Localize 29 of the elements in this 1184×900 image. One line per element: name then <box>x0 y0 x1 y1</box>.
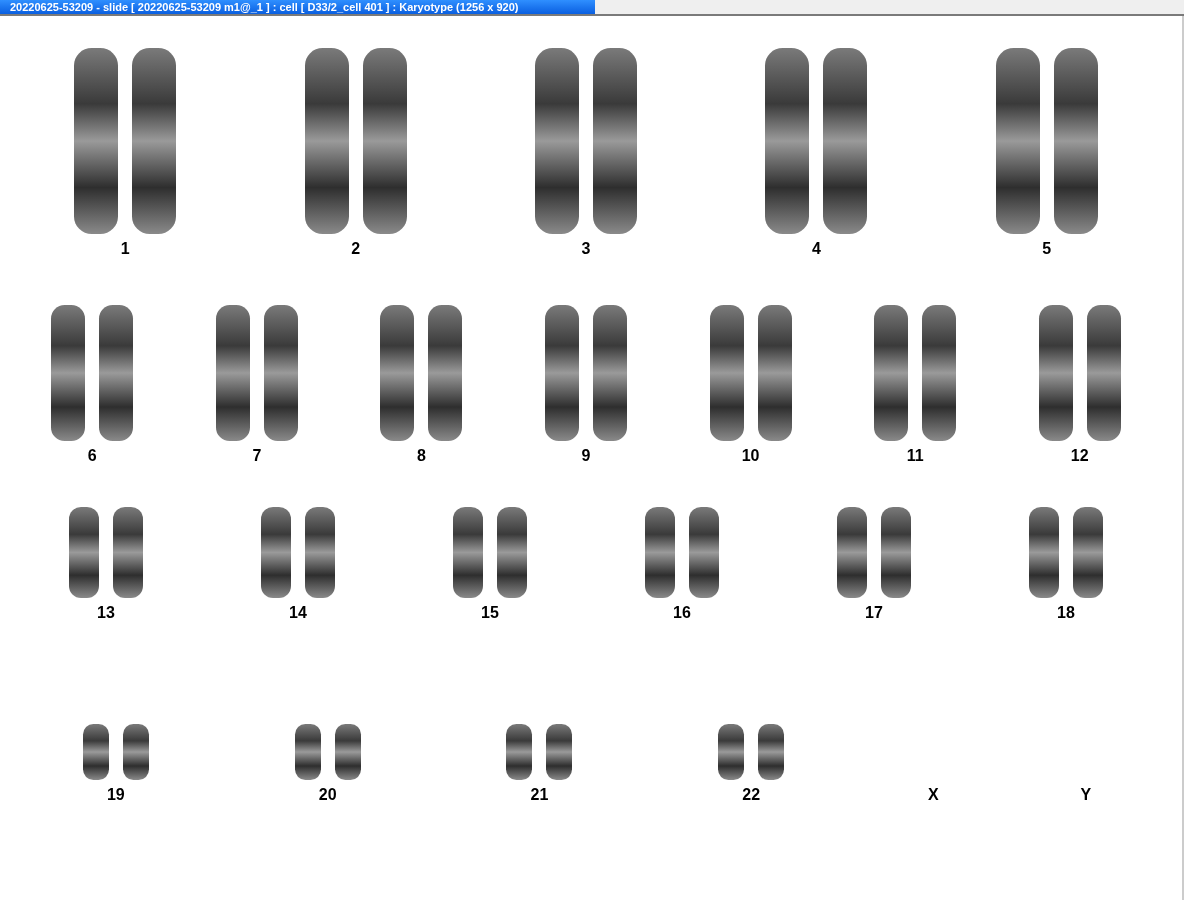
chromosome-pair-drawing <box>716 722 787 782</box>
chromosome-number: 17 <box>865 604 883 622</box>
chromosome-number: 19 <box>106 786 125 804</box>
chromosome-number: X <box>927 786 939 804</box>
chromosome-number: 3 <box>581 240 591 258</box>
chromosome-number: 21 <box>530 786 549 804</box>
window-title: 20220625-53209 - slide [ 20220625-53209 m1@_1 ] : cell [ D33/2_cell 401 ] : Karyotype (1256 x 920) <box>0 0 595 14</box>
chromosome-pair-drawing <box>504 722 575 782</box>
chromosome-pair-drawing <box>292 722 363 782</box>
chromosome-number: 4 <box>811 240 821 258</box>
chromosome-number: 2 <box>351 240 361 258</box>
chromosome-pair-drawing <box>80 722 151 782</box>
chromosome-number: 8 <box>416 447 426 465</box>
chromosome-number: 18 <box>1057 604 1075 622</box>
chromosome-number: 11 <box>906 447 924 465</box>
chromosome-number: 7 <box>252 447 262 465</box>
chromosome-number: 15 <box>481 604 499 622</box>
chromosome-number: 12 <box>1070 447 1089 465</box>
chromosome-number: 22 <box>742 786 761 804</box>
chromosome-number: 16 <box>673 604 691 622</box>
chromosome-number: 5 <box>1042 240 1052 258</box>
chromosome-number: 13 <box>97 604 115 622</box>
chromosome-number: 6 <box>87 447 97 465</box>
chromosome-number: 20 <box>318 786 337 804</box>
chromosome-number: Y <box>1080 786 1092 804</box>
chromosome-number: 1 <box>120 240 130 258</box>
chromosome-number: 14 <box>289 604 307 622</box>
chromosome-number: 10 <box>741 447 760 465</box>
chromosome-number: 9 <box>581 447 591 465</box>
